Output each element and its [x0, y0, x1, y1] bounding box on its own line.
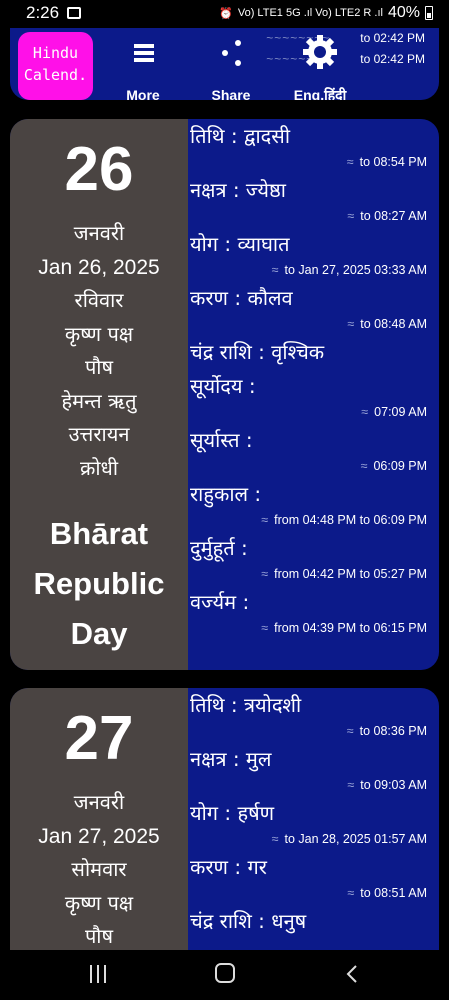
panchang-row-moon-sign: चंद्र राशि : वृश्चिक	[190, 340, 325, 364]
panchang-panel: तिथि : द्वादसी ≈ to 08:54 PM नक्षत्र : ज्…	[188, 119, 439, 670]
gear-icon	[303, 35, 337, 69]
logo-line-2: Calend.	[23, 66, 88, 84]
panchang-row-varjyam: वर्ज्यम : ≈ from 04:39 PM to 06:15 PM	[190, 590, 427, 635]
panchang-row-yoga: योग : व्याघात ≈ to Jan 27, 2025 03:33 AM	[190, 232, 427, 277]
gallery-notification-icon	[67, 7, 81, 19]
status-bar: 2:26 ⏰ Vo) LTE1 5G .ıl Vo) LTE2 R .ıl 40…	[0, 0, 449, 28]
recent-apps-icon[interactable]	[90, 965, 108, 983]
panchang-row-karana: करण : गर ≈ to 08:51 AM	[190, 855, 427, 900]
date-panel: 26 जनवरी Jan 26, 2025 रविवार कृष्ण पक्ष …	[10, 119, 188, 670]
logo-line-1: Hindu	[32, 44, 79, 62]
more-label: More	[126, 87, 160, 100]
language-label: Eng.हिंदी	[293, 87, 347, 100]
day-card[interactable]: 27 जनवरी Jan 27, 2025 सोमवार कृष्ण पक्ष …	[10, 688, 439, 950]
panchang-row-sunset: सूर्यास्त : ≈06:09 PM	[190, 428, 427, 473]
app-logo[interactable]: Hindu Calend.	[18, 32, 93, 100]
menu-icon	[134, 44, 154, 62]
panchang-row-nakshatra: नक्षत्र : ज्येष्ठा ≈ to 08:27 AM	[190, 178, 427, 223]
share-label: Share	[211, 87, 251, 100]
panchang-row-tithi: तिथि : द्वादसी ≈ to 08:54 PM	[190, 124, 427, 169]
more-button[interactable]: More	[113, 36, 173, 100]
status-time: 2:26	[26, 3, 60, 22]
panchang-row-sunrise: सूर्योदय : ≈07:09 AM	[190, 374, 427, 419]
panchang-row-rahukaal: राहुकाल : ≈ from 04:48 PM to 06:09 PM	[190, 482, 427, 527]
gregorian-date: Jan 27, 2025	[38, 824, 160, 848]
day-card[interactable]: 26 जनवरी Jan 26, 2025 रविवार कृष्ण पक्ष …	[10, 119, 439, 670]
hindi-month: जनवरी	[73, 790, 125, 814]
panchang-row-nakshatra: नक्षत्र : मुल ≈ to 09:03 AM	[190, 747, 427, 792]
panchang-panel: तिथि : त्रयोदशी ≈ to 08:36 PM नक्षत्र : म…	[188, 688, 439, 950]
weekday: सोमवार	[71, 857, 127, 881]
panchang-row-tithi: तिथि : त्रयोदशी ≈ to 08:36 PM	[190, 693, 427, 738]
ayana: उत्तरायन	[68, 422, 130, 446]
day-number: 26	[64, 135, 134, 204]
masa: पौष	[84, 355, 114, 379]
paksha: कृष्ण पक्ष	[64, 890, 134, 915]
festival-name: Bhārat Republic Day	[33, 516, 165, 651]
back-icon[interactable]	[344, 964, 360, 984]
ritu: हेमन्त ऋतु	[61, 388, 137, 413]
panchang-row-durmuhurta: दुर्मुहूर्त : ≈ from 04:42 PM to 05:27 PM	[190, 536, 427, 581]
share-icon	[222, 40, 244, 66]
battery-percent: 40%	[387, 4, 420, 21]
panchang-row-yoga: योग : हर्षण ≈ to Jan 28, 2025 01:57 AM	[190, 801, 427, 846]
system-nav-bar	[0, 950, 449, 1000]
language-button[interactable]: Eng.हिंदी	[280, 35, 360, 100]
samvatsara: क्रोधी	[79, 455, 119, 480]
alarm-icon: ⏰	[219, 7, 233, 20]
panchang-row-moon-sign: चंद्र राशि : धनुष	[190, 909, 307, 933]
gregorian-date: Jan 26, 2025	[38, 255, 160, 279]
home-icon[interactable]	[215, 963, 235, 983]
weekday: रविवार	[74, 288, 124, 312]
day-number: 27	[64, 704, 134, 773]
date-panel: 27 जनवरी Jan 27, 2025 सोमवार कृष्ण पक्ष …	[10, 688, 188, 950]
paksha: कृष्ण पक्ष	[64, 321, 134, 346]
share-button[interactable]: Share	[200, 36, 262, 100]
hindi-month: जनवरी	[73, 221, 125, 245]
status-indicators: ⏰ Vo) LTE1 5G .ıl Vo) LTE2 R .ıl 40%	[219, 4, 433, 22]
battery-icon	[425, 6, 433, 20]
network-indicator: Vo) LTE1 5G .ıl Vo) LTE2 R .ıl	[237, 7, 383, 19]
panchang-row-karana: करण : कौलव ≈ to 08:48 AM	[190, 286, 427, 331]
masa: पौष	[84, 924, 114, 948]
top-toolbar: ~~~~~~~~ to 02:42 PM ~~~~~~~~ to 02:42 PM …	[10, 28, 439, 100]
